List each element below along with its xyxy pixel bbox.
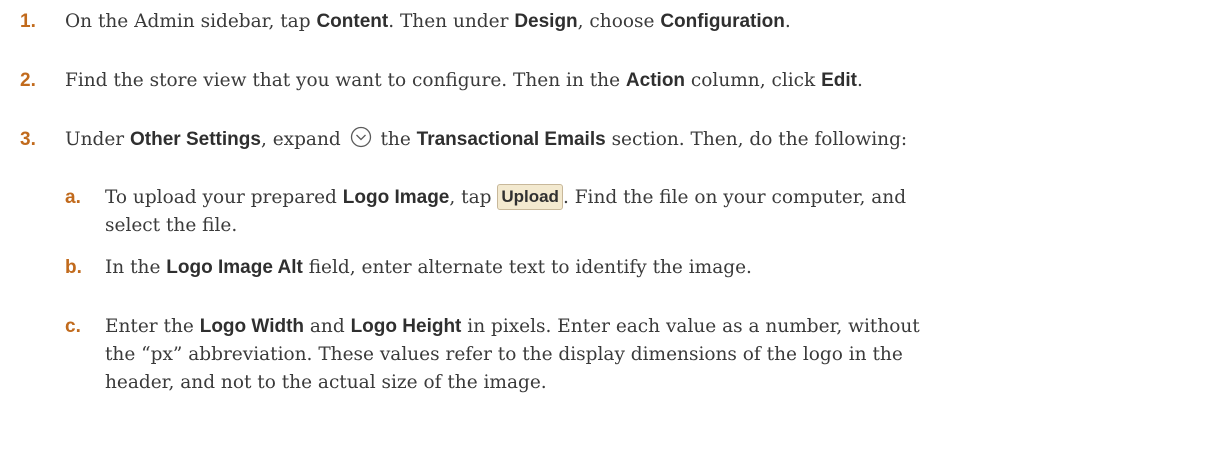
ui-term: Edit xyxy=(821,70,857,91)
text: On the Admin sidebar, tap xyxy=(65,11,317,32)
ui-term: Action xyxy=(625,70,686,91)
text: Find the store view that you want to con… xyxy=(65,70,626,91)
text: In the xyxy=(105,257,167,278)
text: Enter the xyxy=(105,316,200,337)
step-number: 1. xyxy=(20,11,36,32)
text: field, enter alternate text to identify … xyxy=(302,257,752,278)
upload-button[interactable]: Upload xyxy=(497,184,563,210)
text: To upload your prepared xyxy=(105,187,343,208)
ui-term: Logo Image Alt xyxy=(166,257,303,278)
ui-term: Configuration xyxy=(660,11,785,32)
text: . Then under xyxy=(388,11,515,32)
text: section. Then, do the following: xyxy=(605,129,908,150)
substep-letter: c. xyxy=(65,316,81,337)
substep-text: To upload your prepared Logo Image, tap … xyxy=(105,184,906,212)
substep-text-line: the “px” abbreviation. These values refe… xyxy=(105,344,903,365)
text: . Find the file on your computer, and xyxy=(562,187,907,208)
text: . xyxy=(857,70,863,91)
ui-term: Logo Height xyxy=(350,316,462,337)
text: . xyxy=(784,11,791,32)
substep-text: Enter the Logo Width and Logo Height in … xyxy=(105,313,920,341)
ui-term: Design xyxy=(514,11,578,32)
ui-term: Other Settings xyxy=(130,129,261,150)
text: column, click xyxy=(685,70,822,91)
substep-letter: b. xyxy=(65,257,82,278)
step-number: 3. xyxy=(20,129,36,150)
text: Under xyxy=(65,129,131,150)
substep-text-line: header, and not to the actual size of th… xyxy=(105,372,547,393)
substep-letter: a. xyxy=(65,187,81,208)
text: the xyxy=(374,129,417,150)
text: and xyxy=(304,316,351,337)
substep-text-line: select the file. xyxy=(105,215,238,236)
ui-term: Content xyxy=(316,11,389,32)
step-text: Find the store view that you want to con… xyxy=(65,67,863,95)
step-number: 2. xyxy=(20,70,36,91)
text: , choose xyxy=(577,11,661,32)
chevron-circle-down-icon xyxy=(350,126,371,148)
substep-text: In the Logo Image Alt field, enter alter… xyxy=(105,254,752,282)
step-text: On the Admin sidebar, tap Content. Then … xyxy=(65,8,791,36)
ui-term: Logo Image xyxy=(342,187,450,208)
text: , tap xyxy=(449,187,498,208)
step-text: Under Other Settings, expand the Transac… xyxy=(65,126,907,154)
text: , expand xyxy=(260,129,347,150)
text: in pixels. Enter each value as a number,… xyxy=(461,316,920,337)
ui-term: Transactional Emails xyxy=(416,129,606,150)
ui-term: Logo Width xyxy=(199,316,305,337)
